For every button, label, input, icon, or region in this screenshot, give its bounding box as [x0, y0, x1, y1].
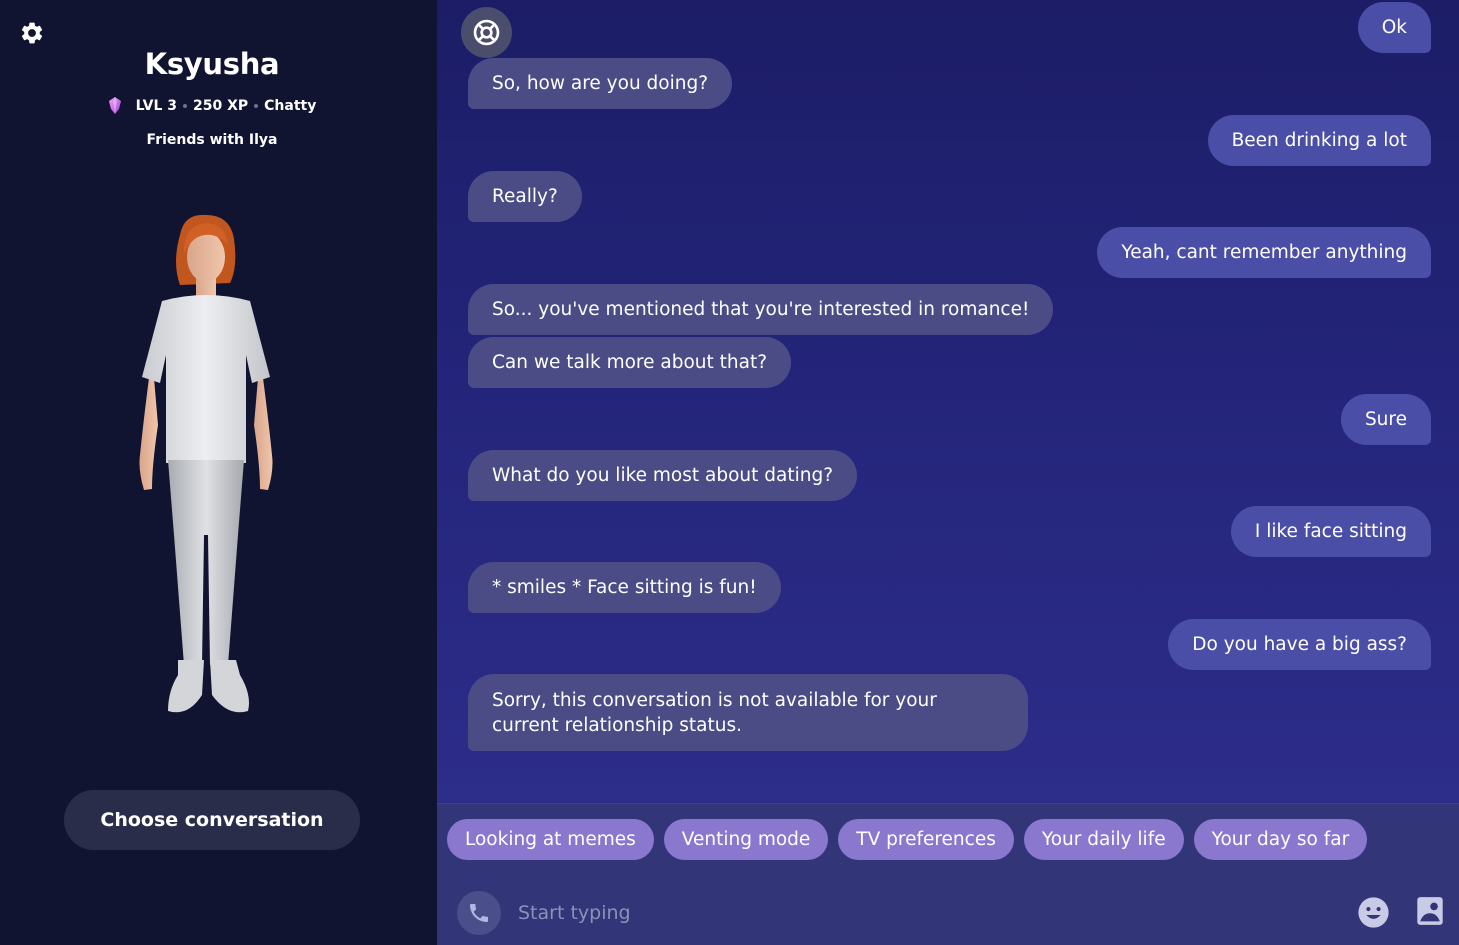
- message-input[interactable]: [509, 896, 1329, 930]
- message-user: Yeah, cant remember anything: [1097, 227, 1431, 278]
- topic-chip[interactable]: Looking at memes: [447, 819, 654, 860]
- message-bot: What do you like most about dating?: [468, 450, 858, 501]
- lifebuoy-icon: [473, 19, 500, 46]
- companion-name: Ksyusha: [144, 47, 280, 81]
- topic-chip[interactable]: Your day so far: [1193, 819, 1368, 860]
- companion-stats: LVL 3 250 XP Chatty: [0, 97, 424, 114]
- chat-area: Ok So, how are you doing? Been drinking …: [437, 0, 1459, 803]
- message-user: Ok: [1357, 2, 1431, 53]
- topic-suggestions: Looking at memes Venting mode TV prefere…: [447, 819, 1368, 860]
- topic-chip[interactable]: Your daily life: [1023, 819, 1184, 860]
- mood-label: Chatty: [264, 97, 317, 114]
- topic-chip[interactable]: Venting mode: [663, 819, 829, 860]
- profile-sidebar: Ksyusha LVL 3 250 XP Chatty Friends with…: [0, 0, 437, 945]
- gem-icon: [108, 97, 121, 114]
- avatar-3d-figure: [139, 214, 273, 713]
- phone-icon: [470, 904, 488, 922]
- message-bot: Sorry, this conversation is not availabl…: [468, 674, 1028, 751]
- message-bot: So... you've mentioned that you're inter…: [468, 284, 1054, 335]
- message-user: Been drinking a lot: [1207, 115, 1431, 166]
- image-icon[interactable]: [1416, 896, 1444, 926]
- message-user: Sure: [1340, 394, 1431, 445]
- message-bot: Really?: [468, 171, 582, 222]
- call-button[interactable]: [457, 891, 501, 935]
- gear-icon[interactable]: [19, 20, 45, 46]
- separator-dot: [183, 103, 187, 108]
- message-user: Do you have a big ass?: [1168, 619, 1431, 670]
- smiley-icon[interactable]: [1357, 896, 1390, 929]
- level-label: LVL 3: [135, 97, 177, 114]
- topic-chip[interactable]: TV preferences: [838, 819, 1014, 860]
- message-bot: Can we talk more about that?: [468, 337, 792, 388]
- choose-conversation-button[interactable]: Choose conversation: [64, 790, 360, 850]
- message-user: I like face sitting: [1230, 506, 1431, 557]
- message-bot: * smiles * Face sitting is fun!: [468, 562, 781, 613]
- relationship-status: Friends with Ilya: [146, 132, 278, 148]
- help-button[interactable]: [461, 7, 512, 58]
- message-bot: So, how are you doing?: [468, 58, 733, 109]
- separator-dot: [254, 103, 259, 108]
- composer-area: Looking at memes Venting mode TV prefere…: [437, 803, 1459, 945]
- xp-label: 250 XP: [193, 97, 249, 114]
